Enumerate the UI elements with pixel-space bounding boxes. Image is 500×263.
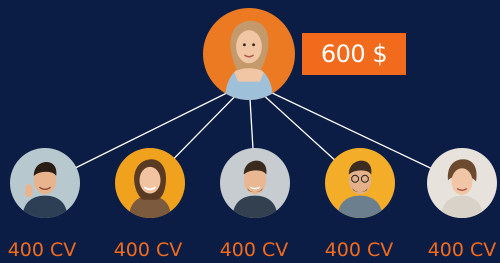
org-diagram: 600 $ 400 CV 400 CV 400 CV 400 CV 400 CV xyxy=(0,0,500,263)
child-avatar-2 xyxy=(115,148,185,218)
child-avatar-1 xyxy=(10,148,80,218)
child-label-5: 400 CV xyxy=(427,239,497,261)
woman-portrait-icon xyxy=(427,148,497,218)
man-portrait-icon xyxy=(10,148,80,218)
child-avatar-5 xyxy=(427,148,497,218)
child-label-2: 400 CV xyxy=(113,239,183,261)
child-avatar-3 xyxy=(220,148,290,218)
child-label-3: 400 CV xyxy=(219,239,289,261)
woman-portrait-icon xyxy=(115,148,185,218)
woman-portrait-icon xyxy=(203,8,295,100)
man-portrait-icon xyxy=(325,148,395,218)
top-avatar xyxy=(203,8,295,100)
child-label-4: 400 CV xyxy=(324,239,394,261)
man-portrait-icon xyxy=(220,148,290,218)
price-tag: 600 $ xyxy=(302,33,406,75)
child-label-1: 400 CV xyxy=(7,239,77,261)
child-avatar-4 xyxy=(325,148,395,218)
